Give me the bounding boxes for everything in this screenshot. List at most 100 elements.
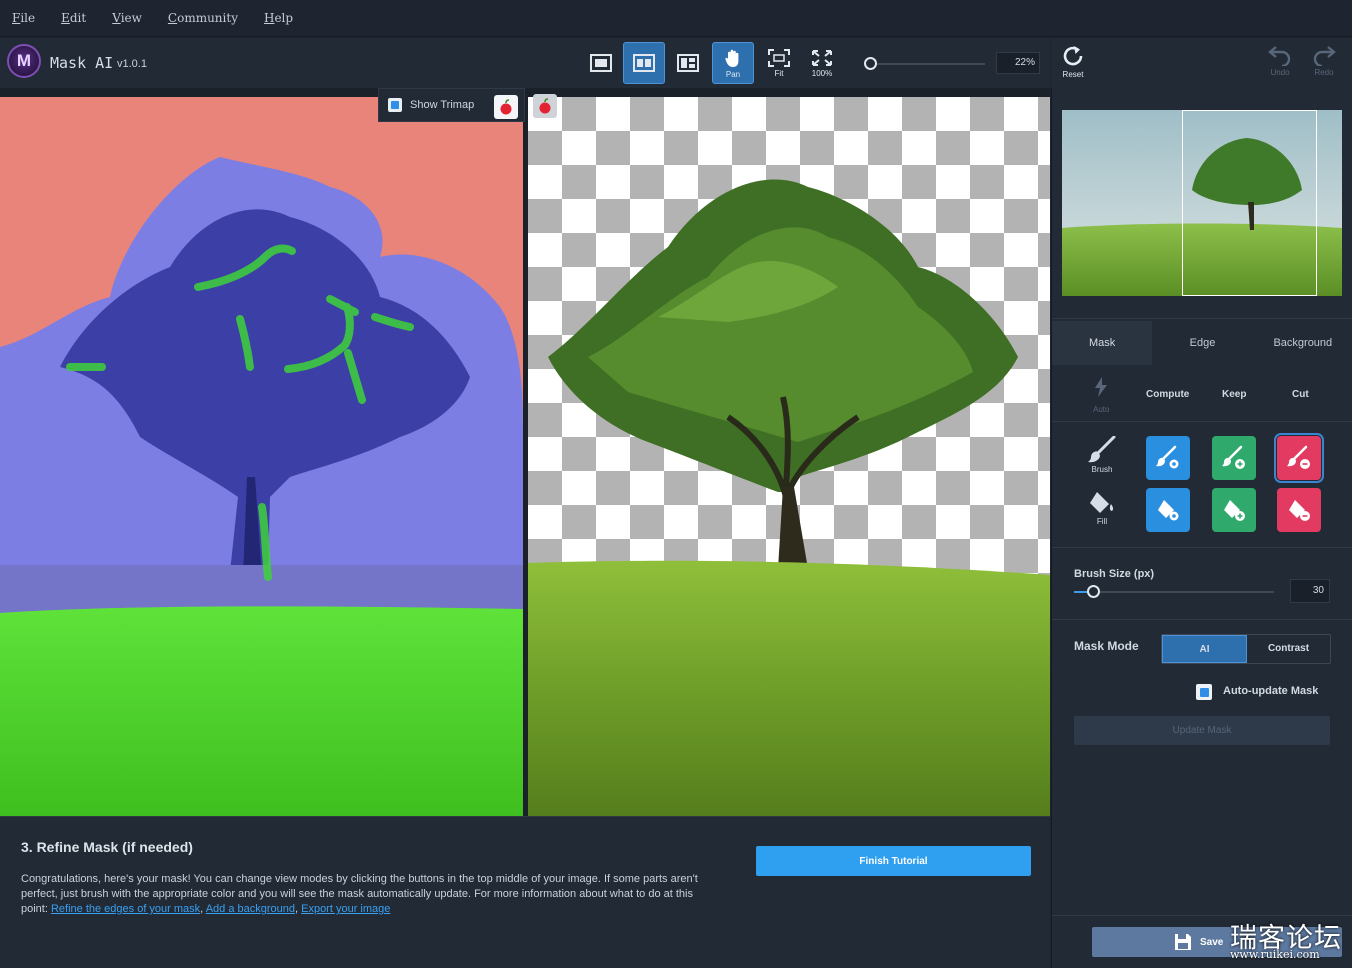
trimap-image xyxy=(0,97,523,816)
redo-icon xyxy=(1313,46,1336,66)
brush-plus-icon xyxy=(1222,445,1245,469)
fill-gear-icon xyxy=(1158,500,1179,521)
zoom-value-field[interactable]: 22% xyxy=(996,52,1040,74)
right-panel: Mask Edge Background Auto Compute Keep C… xyxy=(1051,88,1352,968)
menu-file[interactable]: File xyxy=(12,11,35,25)
menu-community[interactable]: Community xyxy=(168,11,238,25)
auto-update-checkbox[interactable] xyxy=(1196,684,1212,700)
link-add-background[interactable]: Add a background xyxy=(206,903,295,915)
brush-size-field[interactable]: 30 xyxy=(1290,579,1330,603)
navigator-preview[interactable] xyxy=(1062,110,1342,296)
tab-background[interactable]: Background xyxy=(1253,321,1352,365)
keep-header: Keep xyxy=(1222,389,1247,400)
keep-fill-button[interactable] xyxy=(1212,488,1256,532)
cut-brush-button[interactable] xyxy=(1274,433,1324,483)
view-split-icon xyxy=(633,54,655,72)
update-mask-button[interactable]: Update Mask xyxy=(1074,716,1330,745)
show-trimap-checkbox[interactable] xyxy=(388,98,402,112)
app-version: v1.0.1 xyxy=(117,58,147,70)
mask-mode-label: Mask Mode xyxy=(1074,639,1139,653)
pan-button[interactable]: Pan xyxy=(712,42,754,84)
result-view[interactable] xyxy=(528,97,1050,816)
save-label: Save xyxy=(1200,936,1224,948)
app-logo: M xyxy=(7,44,41,78)
checkbox-checked-mark xyxy=(1199,687,1209,697)
divider xyxy=(1052,619,1352,620)
tab-edge[interactable]: Edge xyxy=(1152,321,1252,365)
divider xyxy=(1052,318,1352,319)
menu-bar: File Edit View Community Help xyxy=(0,0,1352,37)
navigator-viewport-frame[interactable] xyxy=(1182,110,1317,296)
compute-header: Compute xyxy=(1146,389,1190,400)
undo-icon xyxy=(1268,46,1291,66)
tutorial-title: 3. Refine Mask (if needed) xyxy=(21,839,193,855)
finish-tutorial-button[interactable]: Finish Tutorial xyxy=(756,846,1031,876)
brush-icon xyxy=(1088,436,1116,463)
divider xyxy=(1052,421,1352,422)
tutorial-panel: 3. Refine Mask (if needed) Congratulatio… xyxy=(0,816,1050,968)
zoom-slider-handle[interactable] xyxy=(864,57,877,70)
auto-update-label: Auto-update Mask xyxy=(1223,685,1319,697)
show-trimap-bar: Show Trimap xyxy=(378,88,525,122)
fill-bucket-icon xyxy=(1090,492,1114,513)
brush-minus-icon xyxy=(1287,445,1310,469)
brush-gear-icon xyxy=(1156,445,1179,469)
lightning-icon xyxy=(1095,377,1107,397)
mask-mode-contrast-button[interactable]: Contrast xyxy=(1247,635,1330,663)
compute-fill-button[interactable] xyxy=(1146,488,1190,532)
menu-view[interactable]: View xyxy=(112,11,142,25)
cut-header: Cut xyxy=(1292,389,1309,400)
view-single-button[interactable] xyxy=(580,42,622,84)
floppy-disk-icon xyxy=(1175,934,1191,950)
menu-help[interactable]: Help xyxy=(264,11,293,25)
cut-fill-button[interactable] xyxy=(1277,488,1321,532)
divider xyxy=(1052,547,1352,548)
history-bar: Reset Undo Redo xyxy=(1051,38,1352,88)
fill-plus-icon xyxy=(1224,500,1245,521)
watermark-url: www.ruikei.com xyxy=(1230,948,1320,961)
app-name: Mask AI xyxy=(50,54,114,72)
brush-tool-label: Brush xyxy=(1085,436,1119,474)
zoom-100-button[interactable]: 100% xyxy=(801,42,843,84)
keep-brush-button[interactable] xyxy=(1212,436,1256,480)
zoom-100-label: 100% xyxy=(811,68,833,78)
redo-button[interactable]: Redo xyxy=(1306,44,1342,84)
view-single-icon xyxy=(590,54,612,72)
result-color-button[interactable] xyxy=(533,94,557,118)
view-multi-icon xyxy=(677,54,699,72)
reset-label: Reset xyxy=(1062,70,1084,79)
undo-button[interactable]: Undo xyxy=(1262,44,1298,84)
undo-label: Undo xyxy=(1270,68,1290,77)
auto-label: Auto xyxy=(1093,405,1110,414)
brush-size-slider-track[interactable] xyxy=(1074,591,1274,593)
result-image xyxy=(528,179,1050,816)
menu-edit[interactable]: Edit xyxy=(61,11,86,25)
brush-size-label: Brush Size (px) xyxy=(1074,568,1155,580)
mask-mode-ai-button[interactable]: AI xyxy=(1162,635,1247,663)
trimap-view[interactable] xyxy=(0,97,523,816)
reset-button[interactable]: Reset xyxy=(1055,44,1091,84)
view-multi-button[interactable] xyxy=(667,42,709,84)
image-canvas[interactable]: Show Trimap xyxy=(0,88,1050,816)
show-trimap-label: Show Trimap xyxy=(410,99,475,111)
fill-minus-icon xyxy=(1289,500,1310,521)
mode-tabs: Mask Edge Background xyxy=(1052,321,1352,365)
link-refine-edges[interactable]: Refine the edges of your mask xyxy=(51,903,200,915)
view-split-button[interactable] xyxy=(623,42,665,84)
fit-label: Fit xyxy=(774,68,784,78)
compute-brush-button[interactable] xyxy=(1146,436,1190,480)
tool-headers: Auto Compute Keep Cut xyxy=(1052,373,1352,414)
main-toolbar: M Mask AI v1.0.1 Pan Fit 100% 22% xyxy=(0,38,1050,88)
checkbox-checked-mark xyxy=(391,101,399,109)
expand-icon xyxy=(812,49,832,66)
trimap-color-button[interactable] xyxy=(494,95,518,119)
tab-mask[interactable]: Mask xyxy=(1052,321,1153,365)
link-export-image[interactable]: Export your image xyxy=(301,903,390,915)
fill-tool-label: Fill xyxy=(1085,488,1119,526)
brush-size-slider-handle[interactable] xyxy=(1087,585,1100,598)
zoom-slider-track[interactable] xyxy=(870,63,985,65)
tutorial-body: Congratulations, here's your mask! You c… xyxy=(21,873,698,915)
mask-mode-toggle: AI Contrast xyxy=(1161,634,1331,664)
reset-icon xyxy=(1063,46,1083,66)
fit-button[interactable]: Fit xyxy=(758,42,800,84)
